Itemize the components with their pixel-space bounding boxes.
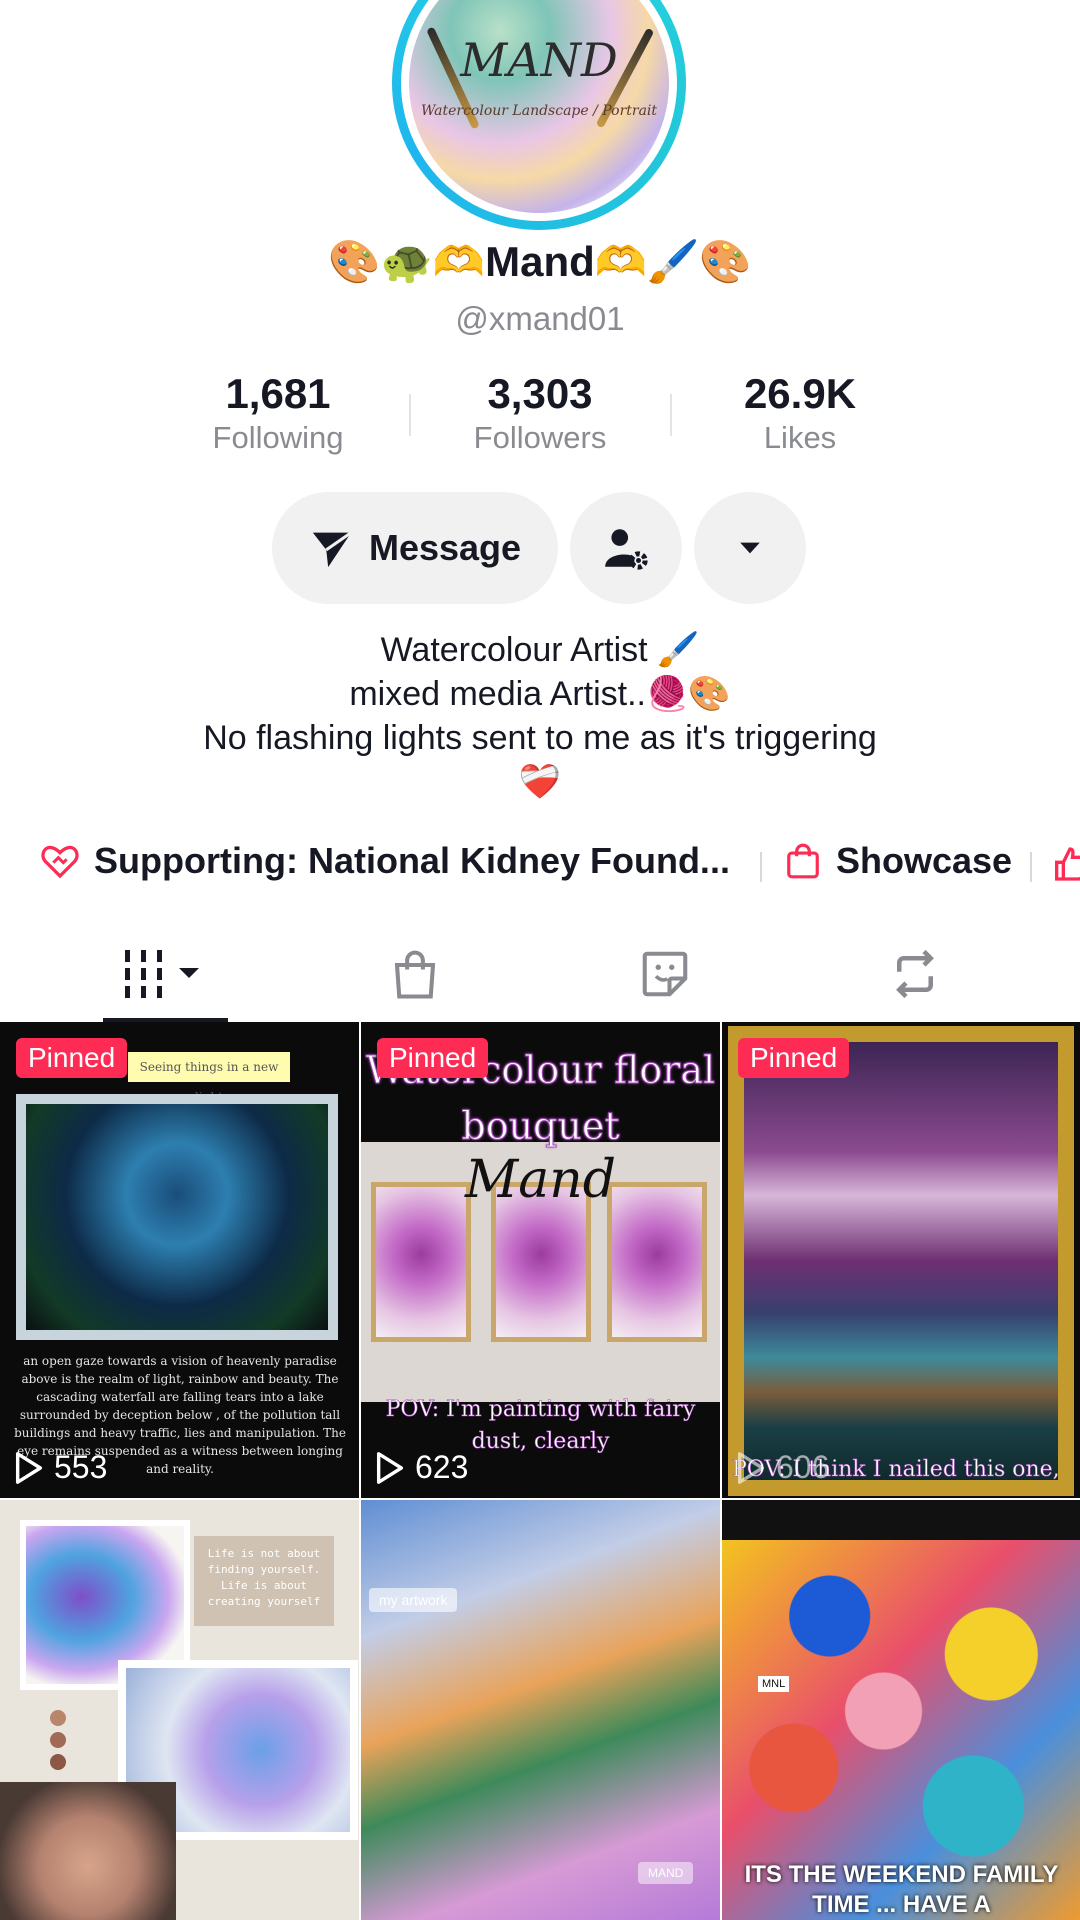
profile-bio: Watercolour Artist 🖌️ mixed media Artist… [0, 628, 1080, 804]
more-options-button[interactable] [694, 492, 806, 604]
bio-line: mixed media Artist..🧶🎨 [349, 675, 731, 713]
bio-line: Watercolour Artist 🖌️ [380, 631, 700, 669]
view-count-value: 606 [776, 1449, 830, 1485]
stat-value: 3,303 [487, 370, 593, 417]
supporting-link[interactable]: Supporting: National Kidney Found... [40, 840, 730, 882]
supporting-label: Supporting: National Kidney Found... [94, 840, 730, 881]
play-icon [14, 1451, 44, 1485]
grid-icon [123, 948, 207, 1000]
link-separator [760, 852, 762, 882]
video-thumbnail[interactable]: Watercolour floral bouquet Mand POV: I'm… [361, 1022, 720, 1498]
profile-stats: 1,681 Following 3,303 Followers 26.9K Li… [0, 370, 1080, 460]
paint-swatch [50, 1710, 66, 1726]
paint-swatch [50, 1732, 66, 1748]
link-separator [1030, 852, 1032, 882]
stat-value: 26.9K [743, 370, 857, 417]
watermark: MAND [638, 1862, 694, 1884]
overlay-note: Life is not about finding yourself. Life… [194, 1536, 334, 1626]
repost-icon [886, 947, 944, 1001]
painting-image [16, 1094, 338, 1340]
showcase-link[interactable]: Showcase [784, 840, 1012, 882]
video-thumbnail[interactable]: my artwork MAND [361, 1500, 720, 1920]
video-thumbnail[interactable]: Seeing things in a new light an open gaz… [0, 1022, 359, 1498]
pinned-badge: Pinned [377, 1038, 489, 1078]
tab-shop[interactable] [290, 930, 540, 1018]
video-grid: Seeing things in a new light an open gaz… [0, 1022, 1080, 1920]
thumbs-up-icon[interactable] [1050, 844, 1080, 889]
avatar-tagline: Watercolour Landscape / Portrait [420, 103, 658, 119]
video-thumbnail[interactable]: MNL ITS THE WEEKEND FAMILY TIME ... HAVE… [722, 1500, 1080, 1920]
tab-videos[interactable] [40, 930, 290, 1018]
showcase-label: Showcase [836, 840, 1013, 881]
profile-name: 🎨🐢🫶Mand🫶🖌️🎨 [328, 238, 752, 285]
avatar-border: MAND Watercolour Landscape / Portrait [401, 0, 677, 221]
avatar-logo: MAND [460, 33, 618, 87]
bio-line: ❤️‍🩹 [518, 763, 562, 801]
send-icon [309, 525, 355, 571]
stat-following[interactable]: 1,681 Following [148, 370, 408, 456]
pinned-badge: Pinned [16, 1038, 128, 1078]
stat-label: Likes [763, 420, 837, 455]
stat-label: Following [212, 420, 344, 455]
heart-handshake-icon [40, 841, 80, 881]
person-gear-icon [601, 523, 651, 573]
profile-avatar[interactable]: MAND Watercolour Landscape / Portrait [392, 0, 686, 230]
view-count: 606 [736, 1449, 829, 1486]
shopping-bag-icon [784, 842, 822, 880]
stat-value: 1,681 [225, 370, 331, 417]
video-thumbnail[interactable]: POV: I think I nailed this one, Pinned 6… [722, 1022, 1080, 1498]
view-count-value: 623 [415, 1449, 469, 1485]
play-icon [736, 1451, 766, 1485]
stat-label: Followers [473, 420, 607, 455]
overlay-text: ITS THE WEEKEND FAMILY TIME ... HAVE A [744, 1861, 1059, 1918]
overlay-text: Seeing things in a new light [128, 1052, 290, 1104]
sticker-icon [638, 947, 692, 1001]
profile-handle: @xmand01 [455, 300, 625, 337]
pinned-badge: Pinned [738, 1038, 850, 1078]
profile-tabs [0, 930, 1080, 1022]
view-count-value: 553 [54, 1449, 108, 1485]
view-count: 623 [375, 1449, 468, 1486]
stat-followers[interactable]: 3,303 Followers [410, 370, 670, 456]
painting-image [728, 1026, 1074, 1496]
video-thumbnail[interactable]: Life is not about finding yourself. Life… [0, 1500, 359, 1920]
paint-swatch [50, 1754, 66, 1770]
avatar-image: MAND Watercolour Landscape / Portrait [409, 0, 669, 213]
stat-likes[interactable]: 26.9K Likes [670, 370, 930, 456]
view-count: 553 [14, 1449, 107, 1486]
play-icon [375, 1451, 405, 1485]
tab-stickers[interactable] [540, 930, 790, 1018]
overlay-tag: my artwork [369, 1588, 458, 1612]
message-label: Message [368, 527, 522, 568]
bio-line: No flashing lights sent to me as it's tr… [203, 719, 877, 757]
shopping-bag-icon [388, 947, 442, 1001]
overlay-script: Mand [464, 1150, 617, 1210]
tab-reposts[interactable] [790, 930, 1040, 1018]
follow-settings-button[interactable] [570, 492, 682, 604]
message-button[interactable]: Message [272, 492, 558, 604]
overlay-badge: MNL [758, 1676, 790, 1692]
selfie-image [0, 1782, 176, 1920]
profile-links: Supporting: National Kidney Found... Sho… [0, 840, 1080, 890]
caret-down-icon [737, 535, 763, 561]
